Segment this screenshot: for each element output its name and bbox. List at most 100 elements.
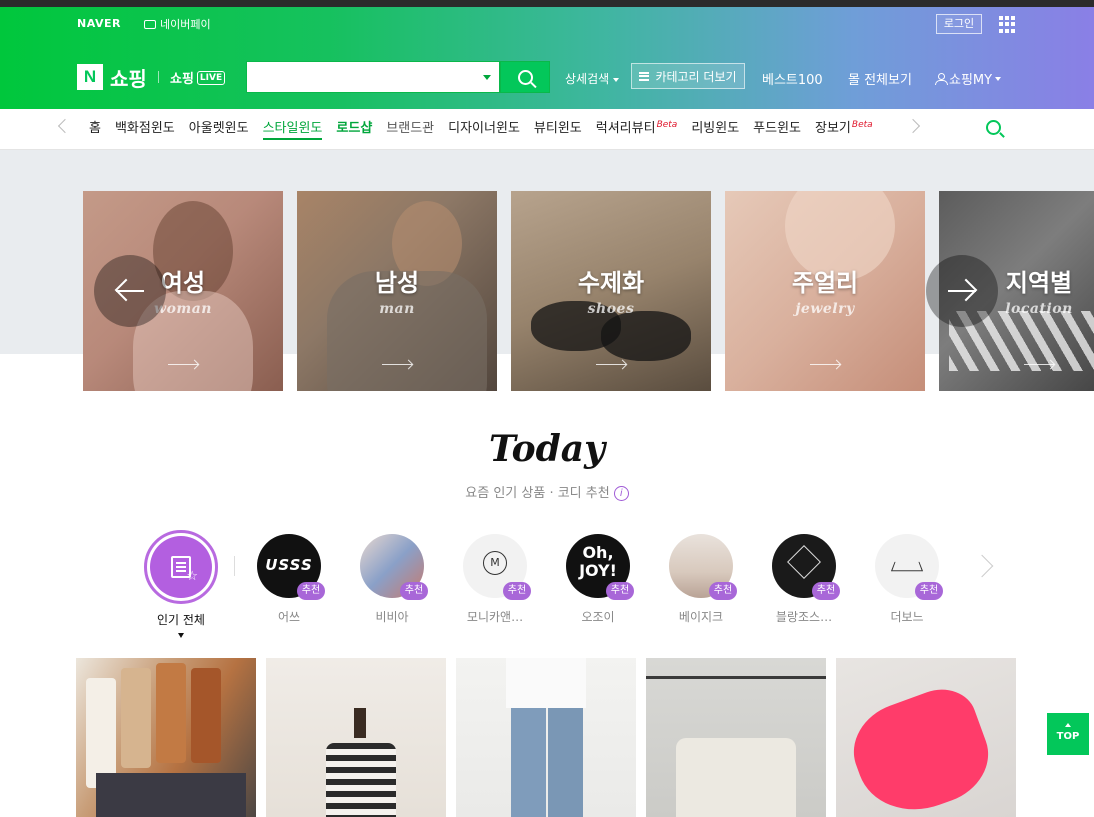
arrow-right-icon	[1024, 364, 1054, 365]
naver-logo[interactable]: NAVER	[77, 17, 121, 30]
arrow-right-icon	[954, 278, 978, 302]
store-name: 블랑조스…	[775, 610, 833, 624]
shopping-my-menu[interactable]: 쇼핑MY	[935, 69, 1002, 88]
shopping-header: N 쇼핑 쇼핑 LIVE 상세검색 카테고리 더보기 베스트100 몰 전체보기…	[0, 59, 1094, 95]
chevron-down-icon	[995, 76, 1002, 81]
beta-badge: Beta	[656, 120, 678, 130]
apps-grid-icon[interactable]	[999, 16, 1016, 33]
store-item[interactable]: USSS 추천 어쓰	[249, 534, 329, 625]
naver-n-logo[interactable]: N	[77, 64, 103, 90]
wallet-icon	[144, 19, 156, 29]
tab-label: 스타일윈도	[262, 121, 323, 140]
store-logo: 추천	[772, 534, 840, 600]
store-item[interactable]: Oh, JOY! 추천 오조이	[558, 534, 638, 625]
store-item[interactable]: 추천 베이지크	[661, 534, 741, 625]
tab-roadshop[interactable]: 로드샵	[329, 109, 379, 149]
tab-label: 리빙윈도	[691, 121, 740, 136]
store-all-popular[interactable]: 인기 전체	[143, 530, 219, 638]
store-logo: USSS 추천	[257, 534, 325, 600]
search-dropdown-icon[interactable]	[483, 75, 491, 80]
tab-beauty[interactable]: 뷰티윈도	[527, 109, 589, 149]
banner-subtitle: jewelry	[795, 301, 855, 317]
shopping-title[interactable]: 쇼핑	[110, 63, 147, 92]
tab-designer[interactable]: 디자이너윈도	[441, 109, 527, 149]
product-card[interactable]	[646, 658, 826, 817]
tab-label: 디자이너윈도	[448, 121, 520, 136]
tab-living[interactable]: 리빙윈도	[684, 109, 746, 149]
recommend-badge: 추천	[709, 582, 737, 600]
recommend-badge: 추천	[812, 582, 840, 600]
tab-label: 장보기	[815, 121, 851, 136]
category-more-button[interactable]: 카테고리 더보기	[631, 63, 745, 89]
banner-card-shoes[interactable]: 수제화 shoes	[511, 191, 711, 391]
scroll-top-button[interactable]: TOP	[1047, 713, 1089, 755]
tab-food[interactable]: 푸드윈도	[746, 109, 808, 149]
tab-list: 홈 백화점윈도 아울렛윈도 스타일윈도 로드샵 브랜드관 디자이너윈도 뷰티윈도…	[82, 109, 880, 149]
product-card[interactable]	[266, 658, 446, 817]
carousel-prev-button[interactable]	[94, 255, 166, 327]
login-button[interactable]: 로그인	[936, 14, 982, 34]
banner-title: 주얼리	[791, 269, 859, 297]
product-card[interactable]	[836, 658, 1016, 817]
caret-down-icon	[178, 633, 184, 638]
window-top-bar	[0, 0, 1094, 7]
tabs-next-icon[interactable]	[905, 118, 921, 134]
store-logo: 추천	[360, 534, 428, 600]
recommend-badge: 추천	[606, 582, 634, 600]
info-icon[interactable]: i	[613, 486, 629, 501]
tab-label: 뷰티윈도	[533, 121, 582, 136]
shopping-live-link[interactable]: 쇼핑 LIVE	[170, 68, 226, 87]
store-item[interactable]: 추천 블랑조스…	[764, 534, 844, 625]
today-subtitle: 요즘 인기 상품 · 코디 추천 i	[0, 482, 1094, 501]
beta-badge: Beta	[851, 120, 873, 130]
tab-label: 아울렛윈도	[188, 121, 249, 136]
arrow-right-icon	[810, 364, 840, 365]
store-name: 베이지크	[678, 610, 724, 624]
arrow-left-icon	[114, 278, 138, 302]
live-badge: LIVE	[196, 70, 226, 85]
mall-all-link[interactable]: 몰 전체보기	[848, 69, 912, 88]
store-item[interactable]: 추천 더보느	[867, 534, 947, 625]
best100-link[interactable]: 베스트100	[762, 69, 823, 88]
header: NAVER 네이버페이 로그인 N 쇼핑 쇼핑 LIVE 상세검색 카테고리 더…	[0, 7, 1094, 109]
detail-search-button[interactable]: 상세검색	[565, 70, 619, 87]
store-name: 오조이	[581, 610, 615, 624]
arrow-right-icon	[382, 364, 412, 365]
stores-next-icon[interactable]	[970, 554, 994, 578]
search-input[interactable]	[247, 62, 467, 92]
tab-label: 홈	[89, 121, 101, 136]
tab-brand[interactable]: 브랜드관	[379, 109, 441, 149]
today-subtitle-text: 요즘 인기 상품 · 코디 추천	[465, 486, 610, 501]
person-icon	[935, 73, 948, 85]
banner-card-jewelry[interactable]: 주얼리 jewelry	[725, 191, 925, 391]
banner-card-man[interactable]: 남성 man	[297, 191, 497, 391]
store-item[interactable]: 추천 비비아	[352, 534, 432, 625]
tab-style[interactable]: 스타일윈도	[256, 109, 330, 149]
recommend-badge: 추천	[915, 582, 943, 600]
arrow-up-icon	[1065, 723, 1071, 727]
naver-pay-label: 네이버페이	[160, 18, 211, 31]
carousel-next-button[interactable]	[926, 255, 998, 327]
product-grid	[76, 658, 1026, 817]
recommend-badge: 추천	[297, 582, 325, 600]
tab-grocery[interactable]: 장보기Beta	[808, 109, 880, 149]
category-more-label: 카테고리 더보기	[655, 69, 737, 84]
product-card[interactable]	[76, 658, 256, 817]
store-logo-text: M	[483, 551, 507, 575]
store-logo: 추천	[669, 534, 737, 600]
product-card[interactable]	[456, 658, 636, 817]
search-button[interactable]	[500, 61, 550, 93]
store-list: 인기 전체 USSS 추천 어쓰 추천 비비아 M 추천 모니카앤… Oh, J…	[140, 530, 1020, 640]
tab-search-icon[interactable]	[986, 120, 1001, 135]
arrow-right-icon	[168, 364, 198, 365]
tab-outlet[interactable]: 아울렛윈도	[182, 109, 256, 149]
naver-pay-link[interactable]: 네이버페이	[144, 16, 211, 32]
tab-home[interactable]: 홈	[82, 109, 108, 149]
tab-department[interactable]: 백화점윈도	[108, 109, 182, 149]
cube-icon	[787, 545, 821, 579]
tabs-prev-icon[interactable]	[57, 118, 73, 134]
store-item[interactable]: M 추천 모니카앤…	[455, 534, 535, 625]
tab-luxury-beauty[interactable]: 럭셔리뷰티Beta	[589, 109, 685, 149]
tab-label: 백화점윈도	[114, 121, 175, 136]
tab-label: 푸드윈도	[753, 121, 802, 136]
